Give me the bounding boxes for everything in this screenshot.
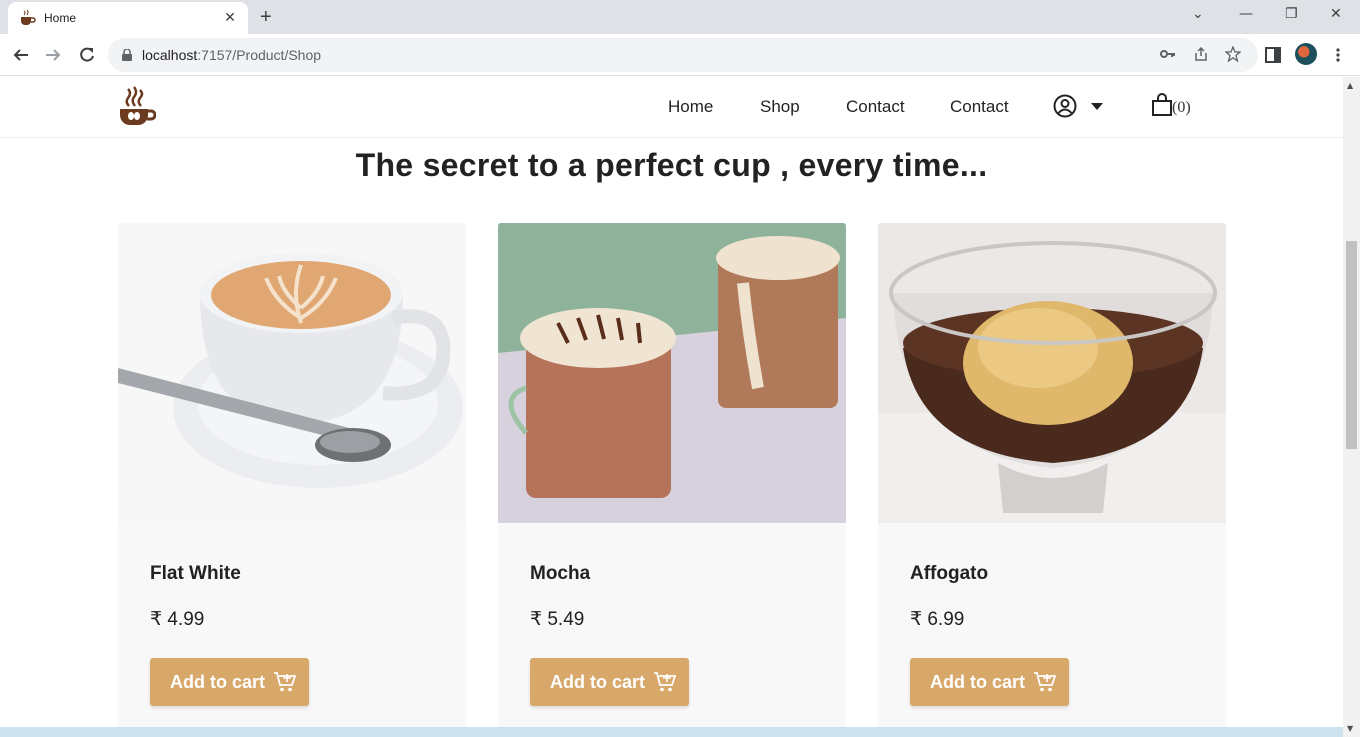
address-bar[interactable]: localhost:7157/Product/Shop bbox=[108, 38, 1258, 72]
add-to-cart-button[interactable]: Add to cart bbox=[530, 658, 689, 706]
product-price: ₹ 6.99 bbox=[910, 609, 965, 630]
tab-close-icon[interactable]: ✕ bbox=[222, 10, 238, 26]
cart-plus-icon bbox=[654, 672, 677, 692]
restore-button[interactable]: ❐ bbox=[1285, 6, 1298, 22]
lock-icon bbox=[122, 49, 132, 61]
product-card-flat-white: Flat White ₹ 4.99 Add to cart bbox=[118, 223, 466, 737]
more-menu-icon[interactable] bbox=[1334, 47, 1342, 63]
cart-count[interactable]: (0) bbox=[1172, 99, 1191, 117]
reload-icon[interactable] bbox=[78, 46, 96, 64]
scroll-down-arrow-icon[interactable]: ▼ bbox=[1347, 724, 1353, 733]
affogato-image[interactable] bbox=[878, 223, 1226, 523]
product-card-affogato: Affogato ₹ 6.99 Add to cart bbox=[878, 223, 1226, 737]
page-viewport: Home Shop Contact Contact (0) The secret… bbox=[0, 77, 1343, 737]
page-tagline: The secret to a perfect cup , every time… bbox=[355, 147, 988, 183]
product-price: ₹ 4.99 bbox=[150, 609, 205, 630]
back-arrow-icon[interactable] bbox=[12, 46, 30, 64]
scroll-up-arrow-icon[interactable]: ▲ bbox=[1347, 81, 1353, 90]
new-tab-button[interactable]: + bbox=[260, 6, 272, 29]
share-icon[interactable] bbox=[1193, 46, 1209, 62]
key-icon[interactable] bbox=[1160, 46, 1176, 62]
page-scrollbar[interactable]: ▲ ▼ bbox=[1343, 77, 1360, 737]
browser-tab-home[interactable]: Home ✕ bbox=[8, 2, 248, 34]
add-to-cart-button[interactable]: Add to cart bbox=[150, 658, 309, 706]
coffee-favicon-icon bbox=[21, 9, 36, 25]
nav-contact-2[interactable]: Contact bbox=[950, 97, 1009, 117]
os-taskbar bbox=[0, 727, 1343, 737]
forward-arrow-icon[interactable] bbox=[44, 46, 62, 64]
mocha-image[interactable] bbox=[498, 223, 846, 523]
browser-toolbar: localhost:7157/Product/Shop bbox=[0, 34, 1360, 76]
cart-plus-icon bbox=[274, 672, 297, 692]
user-dropdown-caret-icon[interactable] bbox=[1091, 103, 1103, 110]
user-account-icon[interactable] bbox=[1053, 94, 1077, 118]
cart-plus-icon bbox=[1034, 672, 1057, 692]
side-panel-icon[interactable] bbox=[1265, 47, 1281, 63]
add-to-cart-label: Add to cart bbox=[550, 671, 646, 692]
close-window-button[interactable]: ✕ bbox=[1330, 6, 1342, 22]
url-host: localhost bbox=[142, 47, 198, 63]
product-name[interactable]: Affogato bbox=[910, 563, 988, 585]
flat-white-image[interactable] bbox=[118, 223, 466, 523]
browser-tabstrip: Home ✕ + ⌄ — ❐ ✕ bbox=[0, 0, 1360, 34]
shopping-bag-icon[interactable] bbox=[1151, 93, 1173, 117]
tab-search-icon[interactable]: ⌄ bbox=[1192, 6, 1204, 22]
url-path: :7157/Product/Shop bbox=[197, 47, 322, 63]
profile-avatar[interactable] bbox=[1295, 43, 1317, 65]
nav-home[interactable]: Home bbox=[668, 97, 713, 117]
product-price: ₹ 5.49 bbox=[530, 609, 585, 630]
product-name[interactable]: Mocha bbox=[530, 563, 590, 585]
scroll-thumb[interactable] bbox=[1346, 241, 1357, 449]
site-header: Home Shop Contact Contact (0) bbox=[0, 77, 1343, 138]
nav-contact[interactable]: Contact bbox=[846, 97, 905, 117]
product-card-mocha: Mocha ₹ 5.49 Add to cart bbox=[498, 223, 846, 737]
add-to-cart-button[interactable]: Add to cart bbox=[910, 658, 1069, 706]
nav-shop[interactable]: Shop bbox=[760, 97, 800, 117]
product-name[interactable]: Flat White bbox=[150, 563, 241, 585]
minimize-button[interactable]: — bbox=[1239, 6, 1253, 22]
add-to-cart-label: Add to cart bbox=[930, 671, 1026, 692]
tab-title: Home bbox=[44, 11, 77, 25]
coffee-logo-icon[interactable] bbox=[116, 85, 156, 129]
add-to-cart-label: Add to cart bbox=[170, 671, 266, 692]
bookmark-star-icon[interactable] bbox=[1225, 46, 1241, 62]
